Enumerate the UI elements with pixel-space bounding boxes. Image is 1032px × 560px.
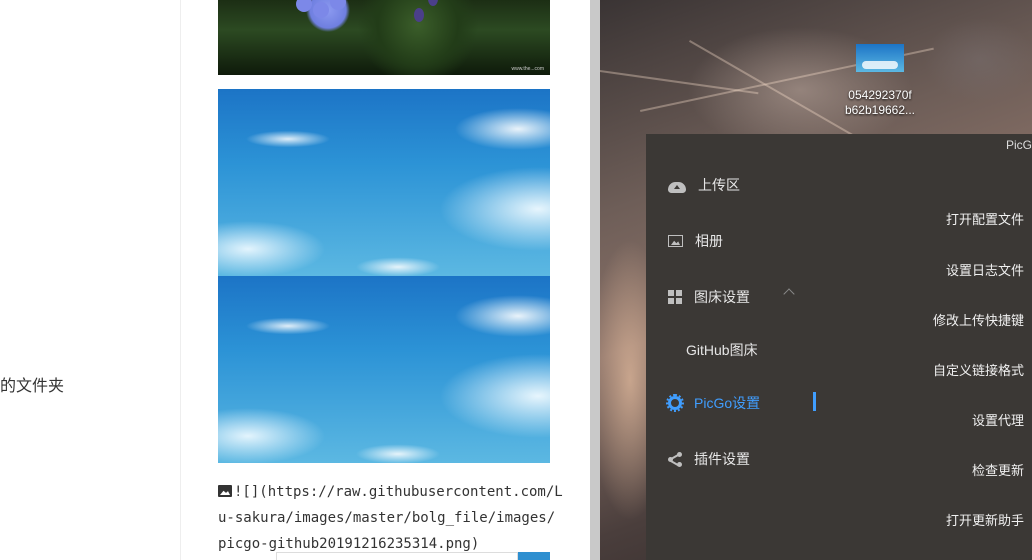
nav-item-label: GitHub图床 bbox=[686, 342, 758, 358]
open-config-file-setting[interactable]: 打开配置文件 bbox=[946, 209, 1024, 228]
nav-item-label: 相册 bbox=[695, 233, 723, 249]
gear-icon bbox=[666, 394, 684, 412]
update-helper-setting[interactable]: 打开更新助手 bbox=[946, 510, 1024, 529]
flower-bud bbox=[428, 0, 438, 6]
flower-petal bbox=[330, 0, 346, 10]
nav-item-label: 上传区 bbox=[698, 177, 740, 193]
nav-item-label: 插件设置 bbox=[694, 451, 750, 467]
markdown-image-link[interactable]: ![](https://raw.githubusercontent.com/Lu… bbox=[218, 479, 563, 557]
proxy-setting[interactable]: 设置代理 bbox=[972, 410, 1024, 429]
editor-tooltip bbox=[276, 552, 518, 560]
active-nav-indicator bbox=[813, 392, 816, 411]
flower-bud bbox=[414, 8, 424, 22]
nav-item-picgo-settings[interactable]: PicGo设置 bbox=[666, 391, 761, 415]
markdown-link-text: ![](https://raw.githubusercontent.com/Lu… bbox=[218, 484, 563, 552]
window-divider bbox=[590, 0, 600, 560]
nav-item-label: 图床设置 bbox=[694, 289, 750, 305]
custom-link-format-setting[interactable]: 自定义链接格式 bbox=[933, 360, 1024, 379]
sky-image bbox=[218, 276, 550, 463]
nav-item-gallery[interactable]: 相册 bbox=[668, 229, 723, 253]
outline-sidebar: 的文件夹 bbox=[0, 0, 181, 560]
chevron-up-icon[interactable] bbox=[783, 288, 795, 300]
flower-petal bbox=[313, 2, 329, 18]
image-icon bbox=[218, 485, 232, 497]
nav-item-plugin-settings[interactable]: 插件设置 bbox=[668, 447, 750, 471]
desktop-file-label: 054292370f b62b19662... bbox=[844, 88, 916, 117]
editor-pane: 的文件夹 www.the...com ![](https://raw.githu… bbox=[0, 0, 590, 560]
upload-shortcut-setting[interactable]: 修改上传快捷键 bbox=[933, 310, 1024, 329]
cloud-upload-icon bbox=[668, 181, 686, 193]
image-icon bbox=[668, 235, 683, 247]
image-watermark: www.the...com bbox=[511, 66, 544, 72]
desktop-file-icon[interactable]: 054292370f b62b19662... bbox=[840, 44, 920, 118]
nav-item-picbed-settings[interactable]: 图床设置 bbox=[668, 285, 750, 309]
nav-item-upload[interactable]: 上传区 bbox=[668, 173, 740, 197]
flower-image: www.the...com bbox=[218, 0, 550, 75]
picgo-window-title: PicG bbox=[1005, 138, 1032, 152]
wallpaper-streak bbox=[600, 70, 759, 95]
flower-petal bbox=[296, 0, 312, 12]
grid-icon bbox=[668, 290, 682, 304]
outline-item[interactable]: 的文件夹 bbox=[0, 372, 64, 396]
image-preview-edge bbox=[518, 552, 550, 560]
sky-image bbox=[218, 89, 550, 276]
image-file-icon bbox=[856, 44, 904, 72]
nav-item-label: PicGo设置 bbox=[694, 395, 761, 411]
nav-item-github-picbed[interactable]: GitHub图床 bbox=[686, 338, 758, 362]
set-log-file-setting[interactable]: 设置日志文件 bbox=[946, 260, 1024, 279]
picgo-window: PicG 上传区 相册 图床设置 GitHub图床 PicGo设置 插件设置 打… bbox=[646, 134, 1032, 560]
share-icon bbox=[668, 452, 682, 467]
check-update-setting[interactable]: 检查更新 bbox=[972, 460, 1024, 479]
